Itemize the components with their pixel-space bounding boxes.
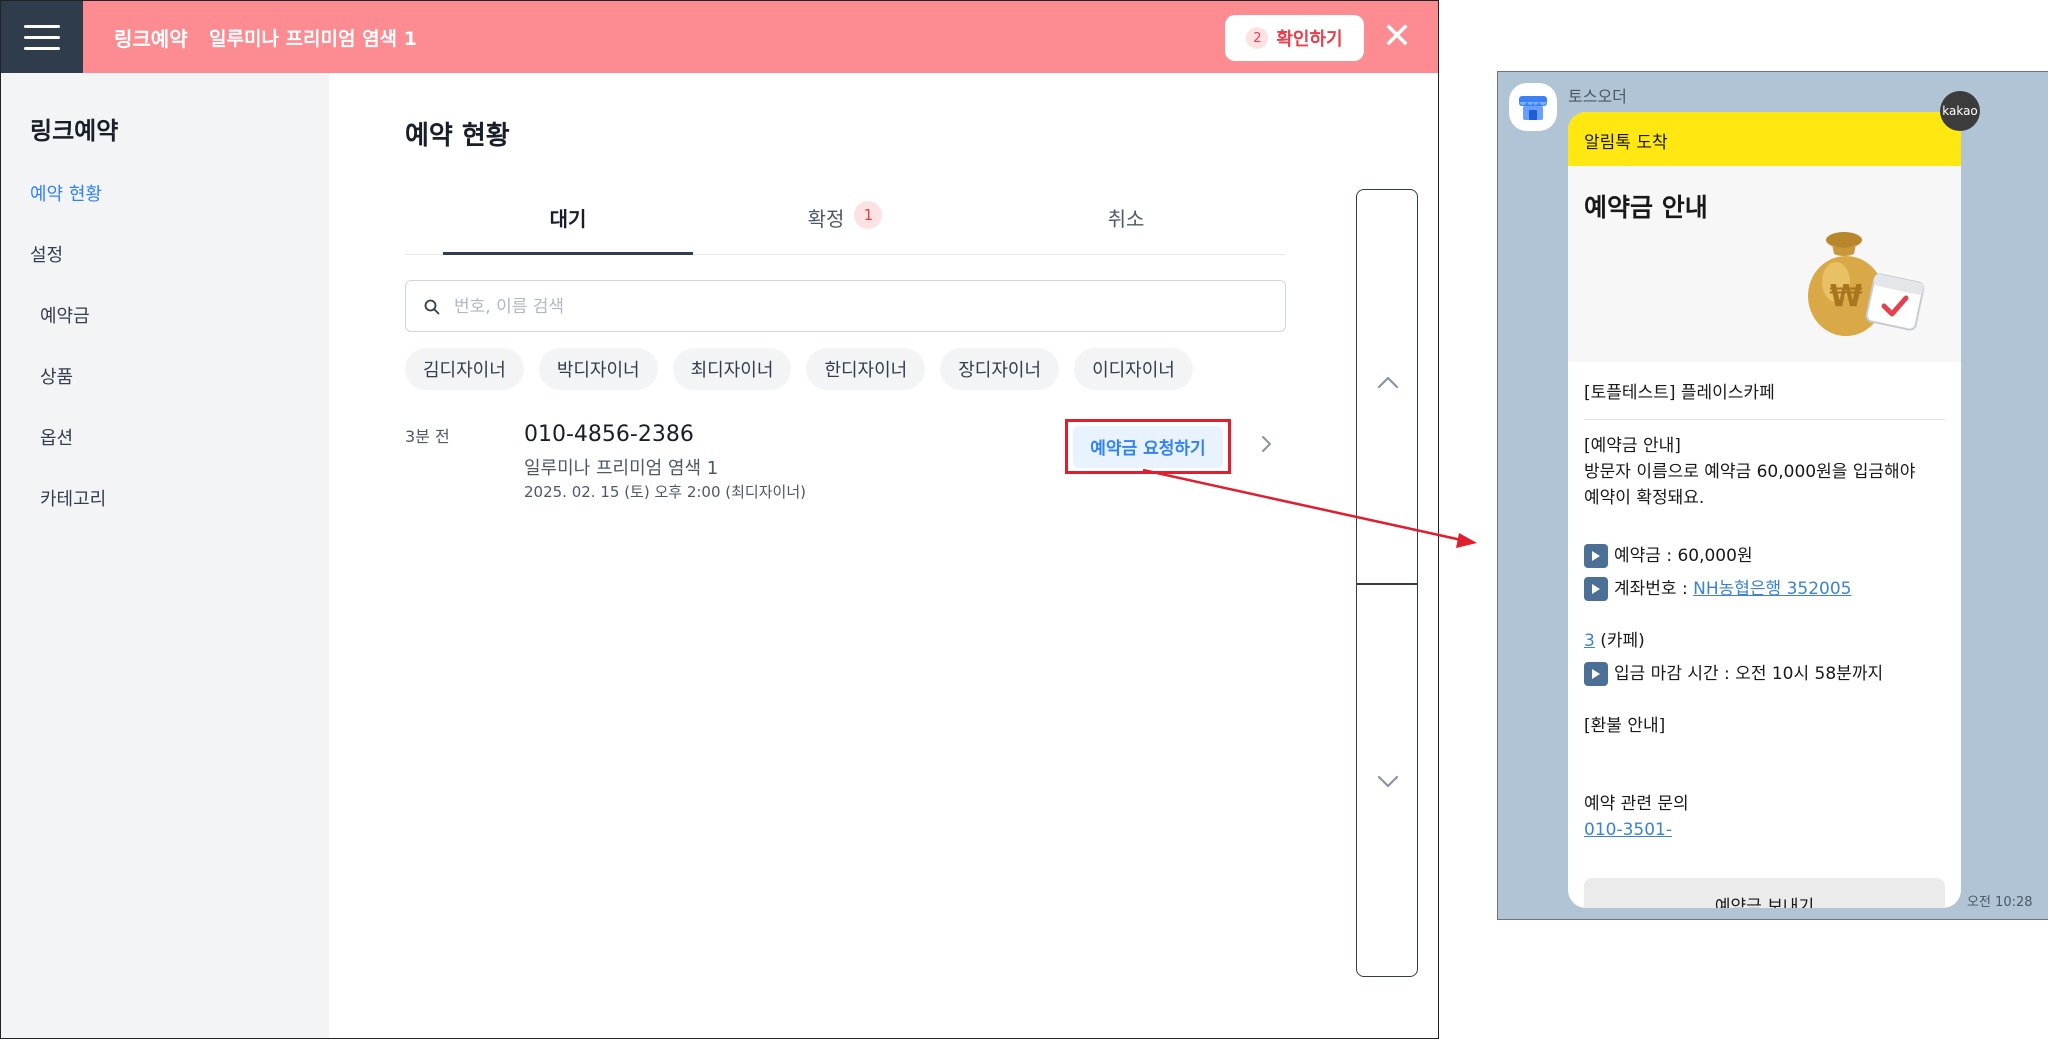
sidebar-item-settings[interactable]: 설정 <box>30 241 63 267</box>
confirm-count-badge: 2 <box>1246 27 1269 49</box>
money-bag-icon: ₩ <box>1808 232 1925 336</box>
alimtalk-header: 알림톡 도착 <box>1568 112 1961 166</box>
account-prefix: 계좌번호 : <box>1614 579 1694 599</box>
chip-designer-kim[interactable]: 김디자이너 <box>405 348 524 390</box>
store-name: [토플테스트] 플레이스카페 <box>1584 362 1945 420</box>
chevron-up-icon[interactable] <box>1377 375 1399 389</box>
sidebar-title: 링크예약 <box>30 117 119 145</box>
deposit-request-highlight: 예약금 요청하기 <box>1065 419 1231 474</box>
chevron-down-icon[interactable] <box>1377 775 1399 789</box>
alimtalk-title: 예약금 안내 <box>1584 193 1708 222</box>
search-box <box>405 280 1286 332</box>
sender-name: 토스오더 <box>1568 87 1627 106</box>
tab-confirmed-badge: 1 <box>854 201 883 229</box>
inquiry-phone-link[interactable]: 010-3501- <box>1584 820 1672 840</box>
sidebar-item-deposit[interactable]: 예약금 <box>40 302 90 328</box>
reservation-datetime: 2025. 02. 15 (토) 오후 2:00 (최디자이너) <box>524 483 806 501</box>
chevron-right-icon[interactable] <box>1259 433 1275 455</box>
store-icon <box>1519 96 1547 120</box>
product-subtitle: 일루미나 프리미엄 염색 1 <box>209 28 417 50</box>
play-icon <box>1584 662 1608 686</box>
designer-filter-chips: 김디자이너 박디자이너 최디자이너 한디자이너 장디자이너 이디자이너 <box>405 348 1193 390</box>
refund-title: [환불 안내] <box>1584 716 1666 736</box>
reservation-phone: 010-4856-2386 <box>524 422 694 447</box>
confirm-button[interactable]: 2 확인하기 <box>1225 15 1364 61</box>
chip-designer-park[interactable]: 박디자이너 <box>538 348 658 390</box>
deadline-line: 입금 마감 시간 : 오전 10시 58분까지 <box>1584 661 1945 687</box>
tab-confirmed-label: 확정 <box>807 207 845 231</box>
hamburger-menu-icon[interactable] <box>1 1 83 73</box>
sidebar-item-products[interactable]: 상품 <box>40 363 73 389</box>
confirm-button-label: 확인하기 <box>1276 29 1343 50</box>
account-suffix: (카페) <box>1594 631 1645 651</box>
top-bar: 링크예약 일루미나 프리미엄 염색 1 2 확인하기 ✕ <box>1 1 1438 73</box>
sidebar: 링크예약 예약 현황 설정 예약금 상품 옵션 카테고리 <box>1 73 329 1038</box>
kakao-logo: kakao <box>1940 91 1980 131</box>
page-title: 예약 현황 <box>405 121 510 151</box>
search-input[interactable] <box>454 293 1254 321</box>
message-time: 오전 10:28 <box>1967 895 2033 910</box>
deadline-text: 입금 마감 시간 : 오전 10시 58분까지 <box>1614 664 1884 684</box>
chip-designer-lee[interactable]: 이디자이너 <box>1074 348 1193 390</box>
account-line-continued: 3 (카페) <box>1584 602 1945 654</box>
sender-avatar <box>1509 83 1557 131</box>
inquiry-label: 예약 관련 문의 <box>1584 794 1689 814</box>
scroll-divider <box>1357 583 1417 585</box>
account-number-link-cont[interactable]: 3 <box>1584 631 1595 651</box>
account-number-link[interactable]: NH농협은행 352005 <box>1693 579 1851 599</box>
alimtalk-hero: 예약금 안내 ₩ <box>1568 166 1961 362</box>
reservation-time-ago: 3분 전 <box>405 427 450 446</box>
scroll-control <box>1356 189 1418 977</box>
alimtalk-bubble: 알림톡 도착 예약금 안내 ₩ [토플테스트] 플레이스카페 [예약금 안내] … <box>1568 112 1961 908</box>
tab-waiting-label: 대기 <box>549 207 587 231</box>
deposit-amount-text: 예약금 : 60,000원 <box>1614 546 1753 566</box>
search-icon <box>424 299 440 315</box>
sidebar-item-category[interactable]: 카테고리 <box>40 485 106 511</box>
close-icon[interactable]: ✕ <box>1381 19 1413 55</box>
chip-designer-choi[interactable]: 최디자이너 <box>672 348 792 390</box>
reservation-app-window: 링크예약 일루미나 프리미엄 염색 1 2 확인하기 ✕ 링크예약 예약 현황 … <box>0 0 1439 1039</box>
status-tabs: 대기 확정 1 취소 <box>405 197 1285 255</box>
account-number-line: 계좌번호 : NH농협은행 352005 <box>1584 576 1945 602</box>
tab-confirmed[interactable]: 확정 1 <box>720 201 970 255</box>
reservation-product: 일루미나 프리미엄 염색 1 <box>524 458 719 479</box>
tab-cancelled[interactable]: 취소 <box>1001 203 1251 255</box>
play-icon <box>1584 577 1608 601</box>
reservation-row[interactable]: 3분 전 010-4856-2386 일루미나 프리미엄 염색 1 2025. … <box>405 419 1285 519</box>
play-icon <box>1584 544 1608 568</box>
sidebar-item-options[interactable]: 옵션 <box>40 424 73 450</box>
chip-designer-jang[interactable]: 장디자이너 <box>940 348 1060 390</box>
send-deposit-button[interactable]: 예약금 보내기 <box>1584 878 1945 908</box>
app-title: 링크예약 <box>114 27 188 51</box>
tab-waiting[interactable]: 대기 <box>443 203 693 255</box>
tab-cancelled-label: 취소 <box>1107 207 1145 231</box>
deposit-amount-line: 예약금 : 60,000원 <box>1584 543 1945 569</box>
inquiry-phone: 010-3501- <box>1584 817 1945 843</box>
svg-text:₩: ₩ <box>1829 279 1862 314</box>
deposit-request-button[interactable]: 예약금 요청하기 <box>1073 425 1223 468</box>
chip-designer-han[interactable]: 한디자이너 <box>806 348 926 390</box>
kakao-message-preview: 토스오더 알림톡 도착 예약금 안내 ₩ [토플테스트] 플레이스카페 [예약금… <box>1497 71 2048 920</box>
notice-body: 방문자 이름으로 예약금 60,000원을 입금해야 예약이 확정돼요. <box>1584 462 1916 508</box>
sidebar-item-reservation-status[interactable]: 예약 현황 <box>30 180 102 206</box>
alimtalk-body: [토플테스트] 플레이스카페 [예약금 안내] 방문자 이름으로 예약금 60,… <box>1568 362 1961 843</box>
notice-title: [예약금 안내] <box>1584 436 1681 456</box>
